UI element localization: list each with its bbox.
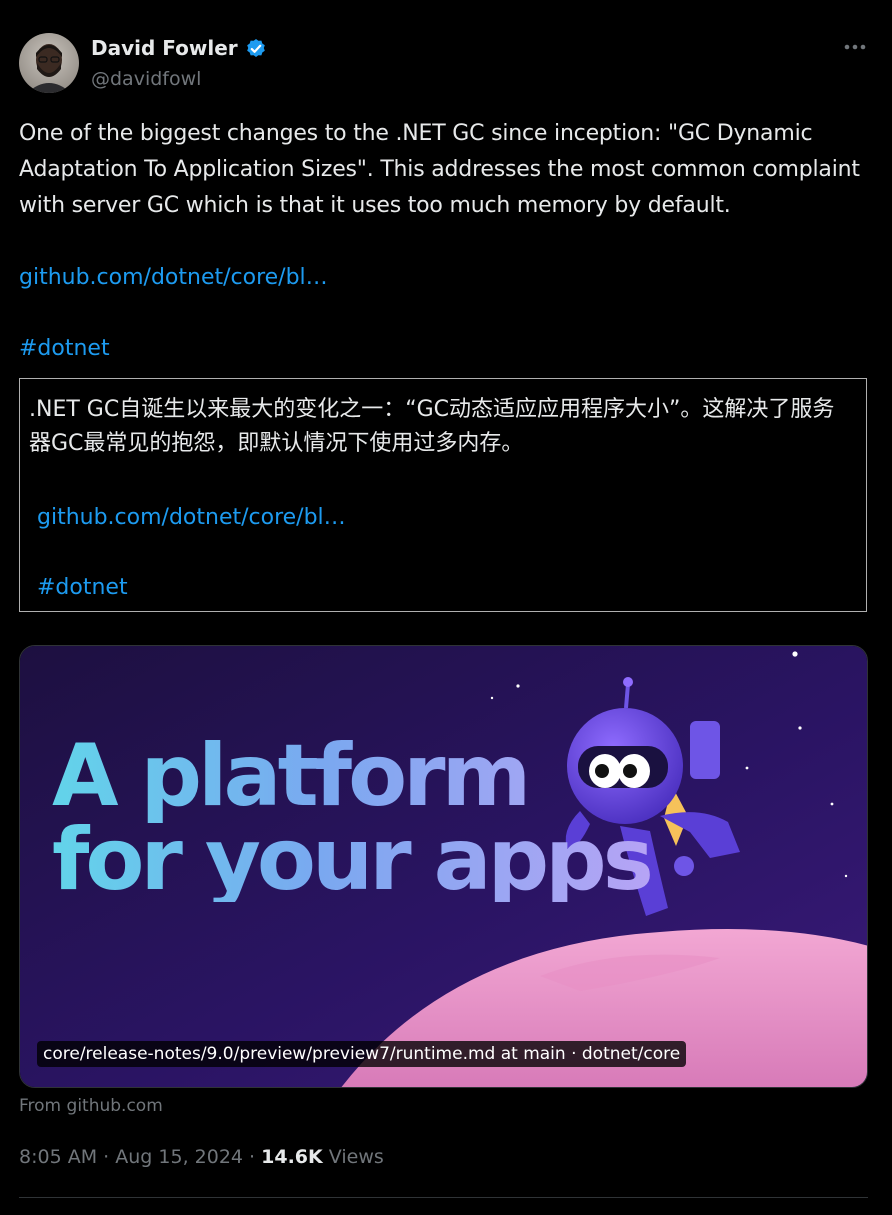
card-headline: A platform for your apps [52,734,650,902]
tweet-meta: 8:05 AM · Aug 15, 2024 · 14.6K Views [19,1146,384,1168]
meta-separator-2: · [249,1146,256,1168]
meta-separator: · [103,1146,110,1168]
more-horizontal-icon [844,44,866,50]
link-preview-card[interactable]: A platform for your apps core/release-no… [19,645,868,1088]
views-label: Views [328,1146,384,1168]
card-headline-line2: for your apps [52,810,650,910]
tweet-time[interactable]: 8:05 AM [19,1146,97,1168]
verified-badge-icon [244,36,268,60]
translation-hashtag[interactable]: #dotnet [37,575,128,600]
author-name-text[interactable]: David Fowler [91,36,238,60]
tweet-hashtag[interactable]: #dotnet [19,336,110,361]
more-options-button[interactable] [838,34,872,60]
tweet-link[interactable]: github.com/dotnet/core/bl… [19,265,328,290]
tweet-text: One of the biggest changes to the .NET G… [19,121,860,218]
views-count: 14.6K [261,1146,323,1168]
divider [19,1197,868,1198]
avatar[interactable] [19,33,79,93]
translation-text: .NET GC自诞生以来最大的变化之一：“GC动态适应应用程序大小”。这解决了服… [29,397,835,456]
author-name[interactable]: David Fowler [91,36,268,60]
card-caption[interactable]: core/release-notes/9.0/preview/preview7/… [37,1041,687,1067]
tweet: David Fowler @davidfowl One of the bigge… [0,0,892,1215]
tweet-date[interactable]: Aug 15, 2024 [115,1146,243,1168]
author-handle[interactable]: @davidfowl [91,68,201,90]
card-source[interactable]: From github.com [19,1096,163,1116]
translation-link[interactable]: github.com/dotnet/core/bl… [37,505,346,530]
translation-box: .NET GC自诞生以来最大的变化之一：“GC动态适应应用程序大小”。这解决了服… [19,378,867,612]
